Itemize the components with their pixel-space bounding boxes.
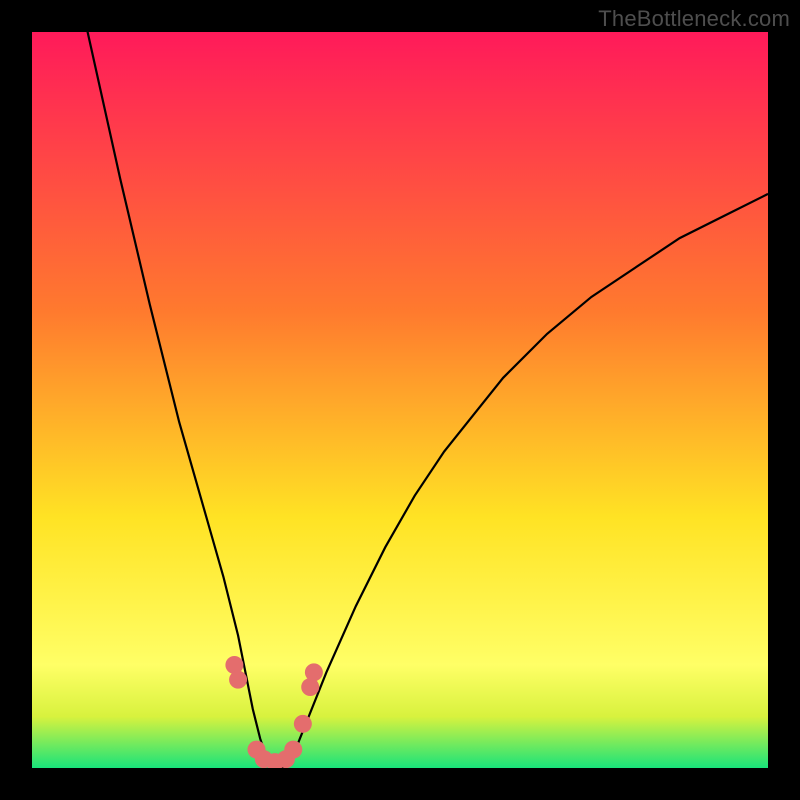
curve-marker (294, 715, 312, 733)
curve-marker (305, 663, 323, 681)
curve-marker (229, 671, 247, 689)
plot-area (32, 32, 768, 768)
gradient-background (32, 32, 768, 768)
bottleneck-chart (32, 32, 768, 768)
chart-frame: TheBottleneck.com (0, 0, 800, 800)
attribution-text: TheBottleneck.com (598, 6, 790, 32)
curve-marker (284, 741, 302, 759)
